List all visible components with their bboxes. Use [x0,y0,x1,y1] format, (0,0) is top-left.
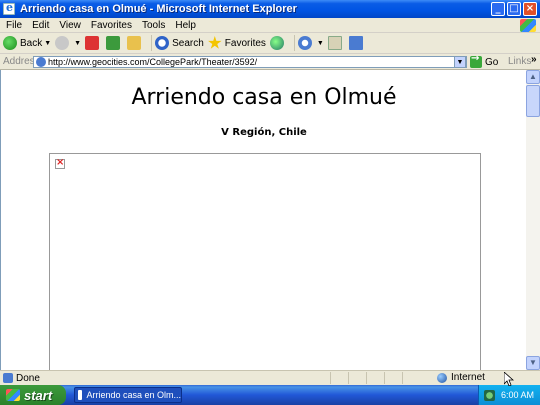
status-pane [402,372,420,384]
home-icon [127,36,142,50]
favorites-label: Favorites [224,37,266,49]
go-arrow-icon [470,53,482,68]
forward-arrow-icon [55,36,70,50]
menu-bar: File Edit View Favorites Tools Help [0,18,540,33]
search-button[interactable]: Search [155,36,204,50]
mail-icon [327,36,342,50]
home-button[interactable] [127,36,144,50]
minimize-button[interactable]: _ [491,2,505,16]
clock[interactable]: 6:00 AM [501,390,534,400]
go-label: Go [485,56,499,68]
start-label: start [24,387,53,403]
chevron-down-icon[interactable]: ▼ [317,40,324,47]
security-zone: Internet [437,372,485,383]
status-pane [348,372,366,384]
address-url[interactable]: http://www.geocities.com/CollegePark/The… [48,57,257,67]
forward-button[interactable]: ▼ [55,36,81,50]
zone-label: Internet [451,372,485,383]
standard-toolbar: Back ▼ ▼ Search Favorites ▼ [0,33,540,54]
status-pane [330,372,348,384]
refresh-button[interactable] [106,36,123,50]
back-label: Back [20,37,43,49]
taskbar-item-ie[interactable]: Arriendo casa en Olm... [74,387,182,403]
system-tray: 6:00 AM [478,385,540,405]
favorites-button[interactable]: Favorites [208,36,266,50]
menu-file[interactable]: File [0,20,27,31]
menu-tools[interactable]: Tools [137,20,170,31]
status-text: Done [16,372,40,384]
refresh-icon [106,36,121,50]
network-icon[interactable] [484,389,495,401]
start-button[interactable]: start [0,385,66,405]
chevron-right-icon[interactable]: » [531,54,537,65]
stop-button[interactable] [85,36,102,50]
image-frame [49,153,481,370]
window-title: Arriendo casa en Olmué - Microsoft Inter… [20,3,297,15]
search-icon [155,36,170,50]
menu-help[interactable]: Help [170,20,201,31]
status-panes [330,372,420,384]
scroll-thumb[interactable] [526,85,540,117]
toolbar-separator [151,35,153,51]
chevron-down-icon[interactable]: ▼ [454,56,466,68]
edit-button[interactable] [348,36,366,50]
back-button[interactable]: Back ▼ [3,36,51,50]
scroll-up-button[interactable]: ▲ [526,70,540,84]
address-input[interactable]: http://www.geocities.com/CollegePark/The… [33,56,467,68]
ie-app-icon[interactable] [3,1,15,15]
stop-icon [85,36,100,50]
address-label: Address [3,56,40,67]
close-button[interactable]: × [523,2,537,16]
go-button[interactable]: Go [470,53,499,68]
toolbar-separator [293,35,295,51]
status-pane [366,372,384,384]
window-controls: _ □ × [491,2,537,16]
status-bar: Done Internet [0,370,540,385]
menu-favorites[interactable]: Favorites [86,20,137,31]
page-done-icon [3,373,13,383]
edit-icon [348,36,363,50]
status-pane [384,372,402,384]
task-item-label: Arriendo casa en Olm... [86,390,181,400]
menu-edit[interactable]: Edit [27,20,54,31]
page-title: Arriendo casa en Olmué [131,85,397,110]
page-subtitle: V Región, Chile [221,127,307,138]
globe-icon [437,372,447,383]
chevron-down-icon[interactable]: ▼ [44,40,51,47]
media-button[interactable] [269,36,287,50]
taskbar: start Arriendo casa en Olm... 6:00 AM [0,385,540,405]
menu-view[interactable]: View [54,20,86,31]
mouse-cursor-icon [504,372,514,386]
address-bar: Address http://www.geocities.com/College… [0,53,540,70]
media-icon [269,36,284,50]
maximize-button[interactable]: □ [507,2,521,16]
star-icon [208,36,222,49]
page-icon [36,57,46,67]
title-bar: Arriendo casa en Olmué - Microsoft Inter… [0,0,540,18]
windows-flag-icon [6,389,20,401]
broken-image-icon[interactable] [55,157,65,169]
links-button[interactable]: Links [508,56,531,67]
history-icon [297,36,312,50]
windows-logo-icon [520,19,536,32]
ie-icon [78,390,83,400]
scroll-down-button[interactable]: ▼ [526,356,540,370]
search-label: Search [172,37,204,49]
back-arrow-icon [3,36,17,50]
vertical-scrollbar[interactable]: ▲ ▼ [526,70,540,370]
mail-button[interactable] [327,36,345,50]
chevron-down-icon[interactable]: ▼ [74,40,81,47]
page-content: Arriendo casa en Olmué V Región, Chile [0,70,526,370]
history-button[interactable]: ▼ [297,36,324,50]
